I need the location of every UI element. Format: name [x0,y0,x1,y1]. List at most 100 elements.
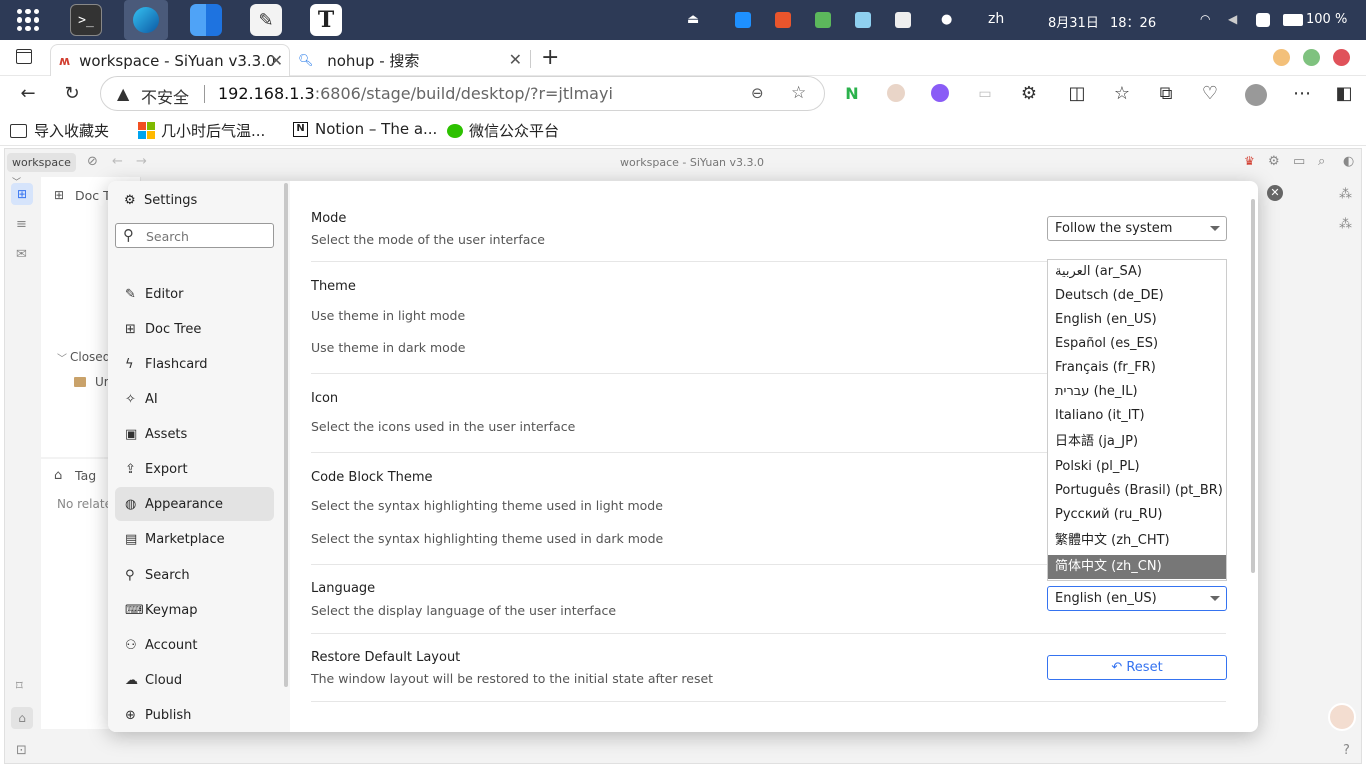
finder-app-icon[interactable] [190,4,222,36]
graph-dock-icon[interactable]: ⁂ [1339,187,1352,202]
language-option[interactable]: Português (Brasil) (pt_BR) [1048,479,1226,503]
nav-keymap[interactable]: ⌨ Keymap [115,593,274,627]
language-option[interactable]: Italiano (it_IT) [1048,404,1226,428]
nav-cloud[interactable]: ☁ Cloud [115,663,274,697]
status-bar-toggle-icon[interactable]: ⊡ [16,743,27,758]
language-option[interactable]: עברית (he_IL) [1048,380,1226,404]
nav-ai[interactable]: ✧ AI [115,382,274,416]
app-grid-icon[interactable] [17,9,39,31]
refresh-icon[interactable]: ↻ [62,84,82,104]
tray-app-orange-icon[interactable] [775,12,791,28]
language-option[interactable]: 繁體中文 (zh_CHT) [1048,529,1226,553]
sync-icon[interactable]: ⊘ [87,154,98,169]
language-option[interactable]: Deutsch (de_DE) [1048,284,1226,308]
collections-icon[interactable]: ⧉ [1156,84,1176,104]
layout-icon[interactable]: ▭ [1293,154,1305,169]
tray-drop-icon[interactable]: ● [941,12,957,28]
chevron-down-icon[interactable]: ﹀ [57,350,67,365]
warning-icon[interactable]: ▲ [117,84,129,103]
nav-flashcard[interactable]: ϟ Flashcard [115,347,274,381]
bookmark-weather[interactable]: 几小时后气温... [138,120,265,141]
translate-extension-icon[interactable]: ▭ [975,84,995,104]
workspace-selector[interactable]: workspace ﹀ [7,153,76,188]
settings-search-input[interactable] [146,227,266,245]
reset-button[interactable]: ↶ Reset [1047,655,1227,680]
profile-avatar-icon[interactable] [1245,84,1267,106]
close-tab-icon[interactable]: ✕ [270,51,283,70]
nav-doc-tree[interactable]: ⊞ Doc Tree [115,312,274,346]
nav-account[interactable]: ⚇ Account [115,628,274,662]
sidebar-scrollbar[interactable] [284,183,288,687]
closed-notebooks-label[interactable]: Closed [70,350,110,364]
system-time[interactable]: 18：26 [1110,12,1156,31]
language-option-highlighted[interactable]: 简体中文 (zh_CN) [1048,555,1226,579]
theme-mode-icon[interactable]: ◐ [1343,154,1354,169]
mode-select[interactable]: Follow the system [1047,216,1227,241]
nav-editor[interactable]: ✎ Editor [115,277,274,311]
minimize-window-button[interactable] [1273,49,1290,66]
nav-search[interactable]: ⚲ Search [115,558,274,592]
back-arrow-icon[interactable]: ← [18,84,38,104]
text-editor-app-icon[interactable]: ✎ [250,4,282,36]
tray-app-cyan-icon[interactable] [855,12,871,28]
eject-icon[interactable]: ⏏ [687,12,703,28]
close-window-button[interactable] [1333,49,1350,66]
assistant-avatar[interactable] [1328,703,1356,731]
file-tree-dock-button[interactable]: ⊞ [11,183,33,205]
language-option[interactable]: Español (es_ES) [1048,332,1226,356]
bookmark-wechat[interactable]: 微信公众平台 [447,120,559,141]
typora-app-icon[interactable]: T [310,4,342,36]
cpu-icon[interactable] [1256,13,1270,27]
volume-icon[interactable]: ◀ [1228,12,1244,28]
input-language[interactable]: zh [988,11,1004,27]
notion-extension-icon[interactable]: N [842,84,862,104]
help-icon[interactable]: ? [1343,743,1350,758]
forward-icon[interactable]: → [136,154,147,169]
bookmark-import[interactable]: 导入收藏夹 [10,120,109,141]
global-graph-dock-icon[interactable]: ⁂ [1339,217,1352,232]
language-option[interactable]: English (en_US) [1048,308,1226,332]
crown-icon[interactable]: ♛ [1244,154,1255,168]
edge-browser-app-icon[interactable] [124,0,168,40]
favorite-star-icon[interactable]: ☆ [791,83,806,103]
security-label[interactable]: 不安全 [141,84,189,108]
tab-siyuan[interactable]: ʍ workspace - SiYuan v3.3.0 ✕ [50,44,290,76]
outline-dock-icon[interactable]: ≡ [16,217,27,232]
nav-assets[interactable]: ▣ Assets [115,417,274,451]
new-tab-icon[interactable]: + [541,45,559,70]
language-option[interactable]: Русский (ru_RU) [1048,503,1226,527]
avatar-extension-icon[interactable] [887,84,905,102]
more-menu-icon[interactable]: ⋯ [1292,84,1312,104]
nav-publish[interactable]: ⊕ Publish [115,698,274,732]
bookmark-notion[interactable]: N Notion – The a... [293,120,437,138]
nav-export[interactable]: ⇪ Export [115,452,274,486]
tray-app-grid-icon[interactable] [895,12,911,28]
purple-extension-icon[interactable] [931,84,949,102]
terminal-app-icon[interactable]: >_ [70,4,102,36]
maximize-window-button[interactable] [1303,49,1320,66]
tag-dock-button[interactable]: ⌂ [11,707,33,729]
tray-app-blue-icon[interactable] [735,12,751,28]
address-bar[interactable]: ▲ 不安全 192.168.1.3:6806/stage/build/deskt… [100,76,825,111]
search-icon[interactable]: ⌕ [1318,154,1325,169]
system-date[interactable]: 8月31日 [1048,12,1099,31]
sidebar-toggle-icon[interactable] [16,49,32,64]
performance-icon[interactable]: ♡ [1200,84,1220,104]
settings-search-box[interactable]: ⚲ [115,223,274,248]
inbox-dock-icon[interactable]: ✉ [16,247,27,262]
plugin-icon[interactable]: ⚙ [1268,154,1280,169]
zoom-icon[interactable]: ⊖ [751,84,764,102]
nav-appearance[interactable]: ◍ Appearance [115,487,274,521]
closed-notebook-item[interactable]: Ur [95,375,109,389]
close-dialog-button[interactable]: ✕ [1267,185,1283,201]
nav-marketplace[interactable]: ▤ Marketplace [115,522,274,556]
sidebar-panel-icon[interactable]: ◧ [1334,84,1354,104]
language-option[interactable]: 日本語 (ja_JP) [1048,430,1226,454]
language-option[interactable]: Polski (pl_PL) [1048,455,1226,479]
extensions-puzzle-icon[interactable]: ⚙ [1019,84,1039,104]
wifi-icon[interactable]: ◠ [1200,12,1216,28]
content-scrollbar[interactable] [1251,199,1255,573]
language-select[interactable]: English (en_US) [1047,586,1227,611]
language-option[interactable]: العربية (ar_SA) [1048,260,1226,284]
close-tab-icon[interactable]: ✕ [509,50,522,69]
